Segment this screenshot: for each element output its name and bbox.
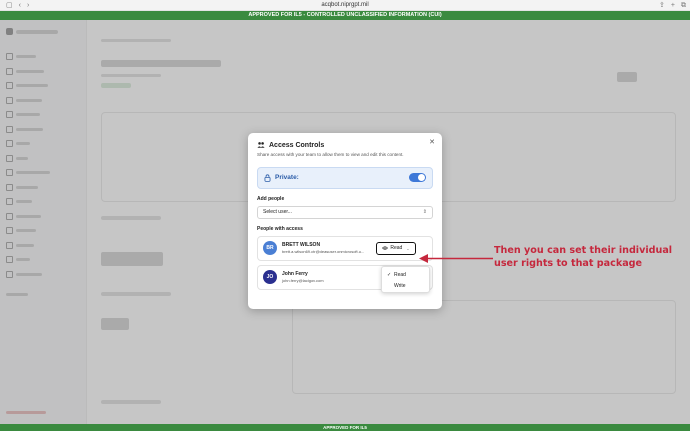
dialog-description: Share access with your team to allow the… [257,152,404,157]
classification-banner: APPROVED FOR IL5 - CONTROLLED UNCLASSIFI… [0,11,690,20]
annotation-line-2: user rights to that package [494,257,643,269]
person-email: brett.a.wilson69.ctr@deasuser.onmicrosof… [282,249,365,255]
eye-icon [382,246,389,250]
share-icon[interactable]: ⇪ [659,0,665,11]
menu-option-label: Read [394,271,406,278]
permission-value: Read [390,245,403,251]
people-with-access-label: People with access [257,225,303,232]
permission-menu: ✓ Read Write [381,266,430,293]
annotation-text: Then you can set their individual user r… [494,245,672,270]
people-icon [257,142,265,148]
address-bar[interactable]: acqbot.niprgpt.mil [0,0,690,11]
user-select[interactable]: Select user... ⇕ [257,205,433,219]
private-setting: Private: [257,166,433,189]
menu-option-read[interactable]: ✓ Read [382,269,429,280]
avatar: BR [263,241,277,255]
menu-option-label: Write [394,282,406,289]
classification-banner-bottom: APPROVED FOR IL5 [0,424,690,431]
check-icon: ✓ [387,271,392,278]
chevron-updown-icon: ⇕ [422,209,427,215]
close-icon[interactable]: ✕ [429,138,435,146]
avatar: JO [263,270,277,284]
annotation-line-1: Then you can set their individual [494,245,673,256]
menu-option-write[interactable]: Write [382,280,429,291]
new-tab-icon[interactable]: + [671,0,675,11]
private-toggle[interactable] [409,173,426,182]
annotation-arrow [419,254,493,263]
person-row: BR BRETT WILSON brett.a.wilson69.ctr@dea… [257,235,433,261]
person-email: john.ferry@lacigov.com [282,278,324,284]
browser-toolbar: ▢ ‹ › acqbot.niprgpt.mil ⇪ + ⧉ [0,0,690,11]
person-name: BRETT WILSON [282,241,321,248]
permission-dropdown[interactable]: Read ⌄ [376,241,416,255]
user-select-placeholder: Select user... [263,209,292,215]
lock-icon [264,173,271,182]
private-label: Private: [275,174,299,181]
chevron-down-icon: ⌄ [406,245,410,251]
dialog-title: Access Controls [269,141,325,149]
add-people-label: Add people [257,195,285,202]
tabs-icon[interactable]: ⧉ [681,0,686,11]
person-name: John Ferry [282,270,308,277]
